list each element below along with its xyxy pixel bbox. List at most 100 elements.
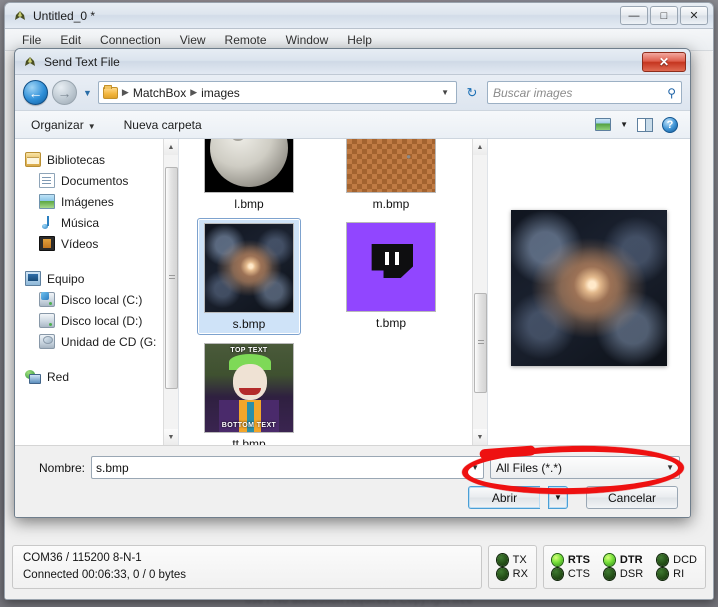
search-box[interactable]: Buscar images ⚲ [487,81,682,104]
menu-remote[interactable]: Remote [216,31,276,49]
music-icon [39,215,55,230]
change-view-icon[interactable] [595,118,612,131]
menu-edit[interactable]: Edit [51,31,90,49]
file-tile-s[interactable]: s.bmp [197,218,301,335]
dialog-command-toolbar: Organizar ▼ Nueva carpeta ▼ ? [15,111,690,139]
filename-label: Nombre: [38,460,85,475]
sidebar-item-disco-c[interactable]: Disco local (C:) [21,289,178,310]
sidebar-item-equipo[interactable]: Equipo [21,268,178,289]
maximize-button[interactable]: □ [650,6,678,25]
filetype-combobox[interactable]: All Files (*.*) ▼ [490,456,680,479]
sidebar-item-bibliotecas[interactable]: Bibliotecas [21,149,178,170]
address-breadcrumb-bar[interactable]: ▶ MatchBox ▶ images ▼ [97,81,457,104]
sidebar-item-videos[interactable]: Vídeos [21,233,178,254]
send-text-file-dialog: Send Text File ✕ ← → ▼ ▶ MatchBox ▶ imag… [14,48,691,518]
filetype-caret-icon[interactable]: ▼ [662,463,674,472]
back-button[interactable]: ← [23,80,48,105]
drive-icon [39,313,55,328]
cancel-button[interactable]: Cancelar [586,486,678,509]
organize-button[interactable]: Organizar ▼ [23,115,104,135]
preview-pane-icon[interactable] [637,117,653,132]
system-drive-icon [39,292,55,307]
menu-view[interactable]: View [171,31,215,49]
file-list-view[interactable]: l.bmp m.bmp s.bmp t.bmp TOP TEXT BOTTOM … [179,139,487,445]
filelist-scroll-track[interactable] [472,155,487,429]
help-icon[interactable]: ? [662,116,678,133]
breadcrumb-images[interactable]: images [201,86,240,100]
dialog-titlebar: Send Text File ✕ [15,49,690,75]
file-tile-tt[interactable]: TOP TEXT BOTTOM TEXT tt.bmp [197,339,301,445]
search-input[interactable]: Buscar images [493,86,667,100]
moth-icon [13,9,27,23]
rx-label: RX [512,568,528,580]
sidebar-item-red[interactable]: Red [21,366,178,387]
dsr-label: DSR [619,568,644,580]
menu-help[interactable]: Help [338,31,381,49]
cts-label: CTS [567,568,590,580]
dialog-navigation-bar: ← → ▼ ▶ MatchBox ▶ images ▼ ↻ Buscar ima… [15,75,690,111]
open-button[interactable]: Abrir [468,486,540,509]
search-icon: ⚲ [667,85,676,100]
rts-label: RTS [567,554,590,566]
sidebar-gap-2 [21,352,178,366]
filename-combobox[interactable]: s.bmp ▼ [91,456,484,479]
minimize-button[interactable]: — [620,6,648,25]
sidebar-item-disco-d[interactable]: Disco local (D:) [21,310,178,331]
filelist-scroll-thumb[interactable] [473,293,487,393]
cts-led-icon [551,568,563,580]
sidebar-label-unidad-cd: Unidad de CD (G: [61,334,157,349]
refresh-icon[interactable]: ↻ [461,81,483,104]
thumbnail-s-bmp [204,223,294,313]
filelist-scroll-up-icon[interactable]: ▲ [472,139,487,155]
picture-icon [39,194,55,209]
open-dropdown-button[interactable]: ▼ [548,486,568,509]
sidebar-item-musica[interactable]: Música [21,212,178,233]
file-tile-l[interactable]: l.bmp [197,139,301,214]
sidebar-label-red: Red [47,369,70,384]
twitch-logo-icon [369,244,413,290]
document-icon [39,173,55,188]
menu-window[interactable]: Window [277,31,338,49]
led-rx: RX [496,568,528,580]
forward-button[interactable]: → [52,80,77,105]
sidebar-item-unidad-cd[interactable]: Unidad de CD (G: [21,331,178,352]
sidebar-scroll-down-icon[interactable]: ▼ [163,429,178,445]
sidebar-label-disco-d: Disco local (D:) [61,313,143,328]
file-name-t: t.bmp [375,316,406,330]
filename-caret-icon[interactable]: ▼ [467,463,479,472]
sidebar-item-documentos[interactable]: Documentos [21,170,178,191]
sidebar-scroll-thumb[interactable] [164,167,178,389]
filename-input[interactable]: s.bmp [96,461,467,475]
file-tile-t[interactable]: t.bmp [339,218,443,335]
breadcrumb-matchbox[interactable]: MatchBox [133,86,186,100]
meme-mouth [239,388,261,395]
close-button[interactable]: ✕ [680,6,708,25]
file-tile-m[interactable]: m.bmp [339,139,443,214]
sidebar-scroll-up-icon[interactable]: ▲ [163,139,178,155]
dialog-close-button[interactable]: ✕ [642,51,686,72]
dialog-button-row: Abrir ▼ Cancelar [468,486,678,509]
menu-connection[interactable]: Connection [91,31,170,49]
led-cts: CTS [551,568,590,580]
port-settings-text: COM36 / 115200 8-N-1 [23,552,142,564]
view-caret-icon[interactable]: ▼ [620,120,628,129]
data-led-panel: TX RX [487,545,537,589]
filelist-scroll-down-icon[interactable]: ▼ [472,429,487,445]
menu-file[interactable]: File [13,31,50,49]
sidebar-label-documentos: Documentos [61,173,129,188]
navigation-sidebar: Bibliotecas Documentos Imágenes Música V… [15,139,179,445]
breadcrumb-dropdown-icon[interactable]: ▼ [441,88,452,97]
breadcrumb-separator-1: ▶ [121,87,129,97]
rx-led-icon [496,568,508,580]
file-list-scrollbar[interactable]: ▲ ▼ [472,139,487,445]
led-dsr: DSR [603,568,644,580]
sidebar-gap-1 [21,254,178,268]
dcd-label: DCD [673,554,697,566]
sidebar-scrollbar[interactable]: ▲ ▼ [163,139,178,445]
dtr-label: DTR [619,554,643,566]
history-dropdown-icon[interactable]: ▼ [81,88,94,98]
sidebar-item-imagenes[interactable]: Imágenes [21,191,178,212]
sidebar-scroll-track[interactable] [163,155,178,429]
new-folder-button[interactable]: Nueva carpeta [116,115,210,135]
rts-led-icon [551,554,563,566]
